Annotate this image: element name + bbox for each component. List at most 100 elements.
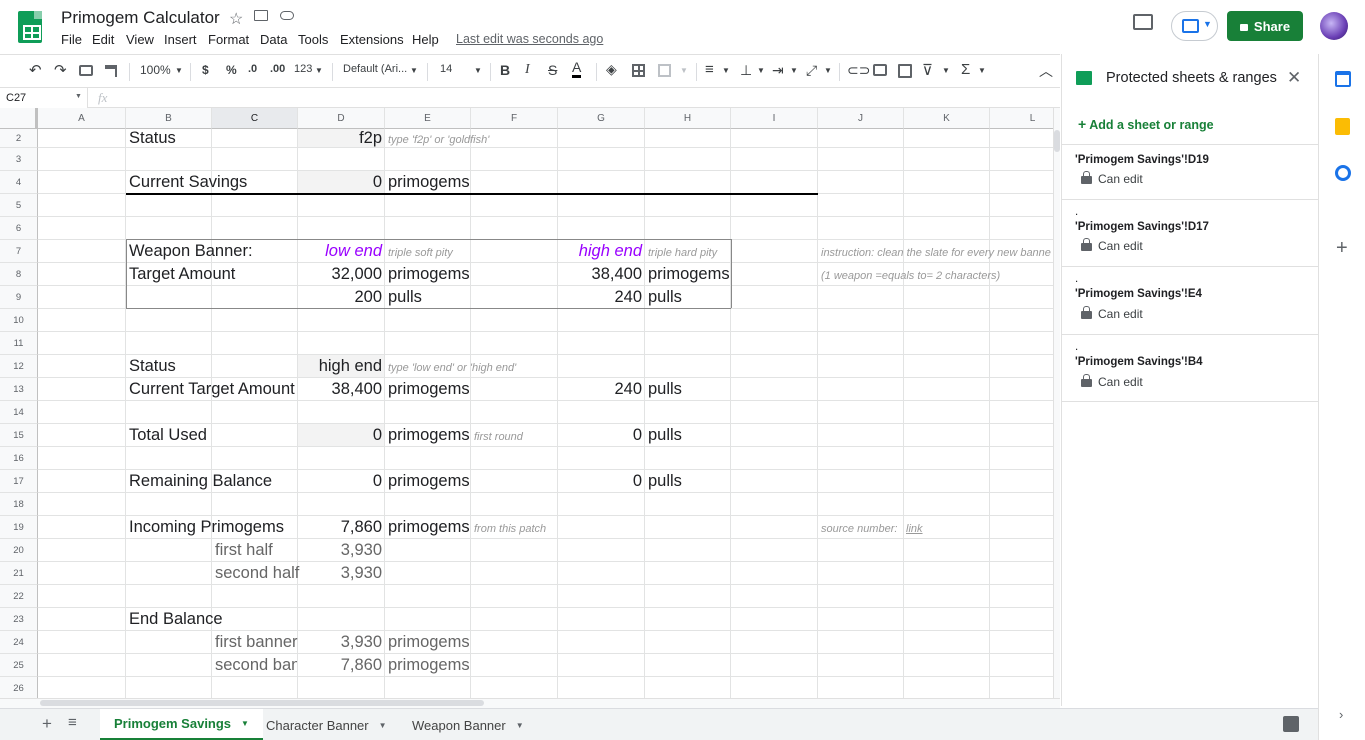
- cell-e25[interactable]: primogems: [388, 654, 470, 677]
- horizontal-scroll-thumb[interactable]: [40, 700, 484, 706]
- cell-e15[interactable]: primogems: [388, 424, 470, 447]
- cell-h9[interactable]: pulls: [648, 286, 682, 309]
- cell-d20[interactable]: 3,930: [298, 539, 382, 562]
- cell-e24[interactable]: primogems: [388, 631, 470, 654]
- sheets-logo[interactable]: [18, 11, 42, 43]
- column-header-k[interactable]: K: [904, 108, 990, 129]
- cell-j8[interactable]: (1 weapon =equals to= 2 characters): [821, 263, 1000, 286]
- cell-d25[interactable]: 7,860: [298, 654, 382, 677]
- column-header-b[interactable]: B: [126, 108, 212, 129]
- cell-g8[interactable]: 38,400: [558, 263, 642, 286]
- cell-b2[interactable]: Status: [129, 129, 176, 148]
- menu-file[interactable]: File: [61, 32, 82, 47]
- sheet-tab-character-banner[interactable]: Character Banner ▼: [252, 709, 401, 740]
- row-header[interactable]: 15: [0, 424, 38, 447]
- last-edit-link[interactable]: Last edit was seconds ago: [456, 32, 603, 46]
- insert-link-icon[interactable]: ⊂⊃: [847, 62, 870, 79]
- cell-b4[interactable]: Current Savings: [129, 171, 247, 194]
- cell-c21[interactable]: second half: [215, 562, 299, 585]
- cell-h7[interactable]: triple hard pity: [648, 240, 717, 263]
- source-link[interactable]: link: [906, 516, 923, 543]
- cell-e4[interactable]: primogems: [388, 171, 470, 194]
- row-header[interactable]: 9: [0, 286, 38, 309]
- row-header[interactable]: 16: [0, 447, 38, 470]
- cell-d7[interactable]: low end: [298, 240, 382, 263]
- cell-d12[interactable]: high end: [298, 355, 382, 378]
- formula-bar[interactable]: fx: [88, 88, 1060, 108]
- keep-icon[interactable]: [1335, 118, 1350, 135]
- menu-extensions[interactable]: Extensions: [340, 32, 404, 47]
- cell-d15[interactable]: 0: [298, 424, 382, 447]
- undo-icon[interactable]: ↶: [29, 61, 42, 79]
- functions-icon[interactable]: Σ: [961, 61, 970, 78]
- menu-insert[interactable]: Insert: [164, 32, 197, 47]
- cell-d9[interactable]: 200: [298, 286, 382, 309]
- close-icon[interactable]: ✕: [1287, 68, 1301, 88]
- menu-view[interactable]: View: [126, 32, 154, 47]
- currency-format-button[interactable]: $: [202, 63, 209, 77]
- column-header-i[interactable]: I: [731, 108, 818, 129]
- row-header[interactable]: 21: [0, 562, 38, 585]
- row-header[interactable]: 20: [0, 539, 38, 562]
- row-header[interactable]: 4: [0, 171, 38, 194]
- cell-f15[interactable]: first round: [474, 424, 523, 447]
- vertical-scroll-thumb[interactable]: [1054, 130, 1060, 152]
- cell-d8[interactable]: 32,000: [298, 263, 382, 286]
- cell-d2[interactable]: f2p: [298, 129, 382, 148]
- cell-c24[interactable]: first banner: [215, 631, 298, 654]
- cell-d21[interactable]: 3,930: [298, 562, 382, 585]
- cell-e17[interactable]: primogems: [388, 470, 470, 493]
- sheet-tab-weapon-banner[interactable]: Weapon Banner ▼: [398, 709, 538, 740]
- cell-f19[interactable]: from this patch: [474, 516, 546, 539]
- insert-chart-icon[interactable]: [898, 64, 912, 78]
- borders-icon[interactable]: [632, 64, 645, 77]
- comment-history-icon[interactable]: [1133, 14, 1153, 30]
- column-header-e[interactable]: E: [385, 108, 471, 129]
- font-size-select[interactable]: 14: [440, 63, 452, 75]
- cell-e13[interactable]: primogems: [388, 378, 470, 401]
- column-header-g[interactable]: G: [558, 108, 645, 129]
- column-header-j[interactable]: J: [818, 108, 904, 129]
- zoom-select[interactable]: 100%: [140, 63, 171, 77]
- all-sheets-icon[interactable]: ≡: [68, 714, 77, 731]
- cell-g13[interactable]: 240: [558, 378, 642, 401]
- row-header[interactable]: 22: [0, 585, 38, 608]
- fill-color-icon[interactable]: ◈: [606, 61, 617, 78]
- add-range-button[interactable]: + Add a sheet or range: [1078, 116, 1214, 132]
- increase-decimal-button[interactable]: .00: [270, 63, 285, 75]
- tasks-icon[interactable]: [1335, 165, 1351, 181]
- cell-j7[interactable]: instruction: clean the slate for every n…: [821, 240, 1053, 263]
- star-icon[interactable]: ☆: [229, 9, 243, 29]
- column-header-l[interactable]: L: [990, 108, 1053, 129]
- move-folder-icon[interactable]: [254, 10, 268, 21]
- text-wrap-icon[interactable]: ⇥: [772, 62, 784, 79]
- grid-corner[interactable]: [0, 108, 38, 129]
- column-header-h[interactable]: H: [645, 108, 731, 129]
- font-select[interactable]: Default (Ari...: [343, 63, 407, 75]
- column-header-c[interactable]: C: [212, 108, 298, 129]
- column-header-d[interactable]: D: [298, 108, 385, 129]
- cell-c20[interactable]: first half: [215, 539, 273, 562]
- cell-b12[interactable]: Status: [129, 355, 176, 378]
- cloud-status-icon[interactable]: [280, 11, 294, 20]
- cell-e9[interactable]: pulls: [388, 286, 422, 309]
- name-box[interactable]: C27 ▼: [0, 88, 88, 108]
- row-header[interactable]: 24: [0, 631, 38, 654]
- row-header[interactable]: 14: [0, 401, 38, 424]
- explore-icon[interactable]: [1283, 716, 1299, 732]
- row-header[interactable]: 11: [0, 332, 38, 355]
- cell-b17[interactable]: Remaining Balance: [129, 470, 272, 493]
- protected-range-item[interactable]: . 'Primogem Savings'!E4 Can edit: [1062, 266, 1318, 334]
- column-header-f[interactable]: F: [471, 108, 558, 129]
- present-button[interactable]: ▼: [1171, 11, 1218, 41]
- collapse-menus-icon[interactable]: ︿: [1039, 61, 1053, 81]
- menu-format[interactable]: Format: [208, 32, 249, 47]
- redo-icon[interactable]: ↷: [54, 61, 67, 79]
- row-header[interactable]: 3: [0, 148, 38, 171]
- cell-g15[interactable]: 0: [558, 424, 642, 447]
- more-formats-button[interactable]: 123: [294, 63, 312, 75]
- row-header[interactable]: 2: [0, 129, 38, 148]
- cell-c25[interactable]: second ban: [215, 654, 297, 677]
- row-header[interactable]: 7: [0, 240, 38, 263]
- cell-e2[interactable]: type 'f2p' or 'goldfish': [388, 129, 489, 148]
